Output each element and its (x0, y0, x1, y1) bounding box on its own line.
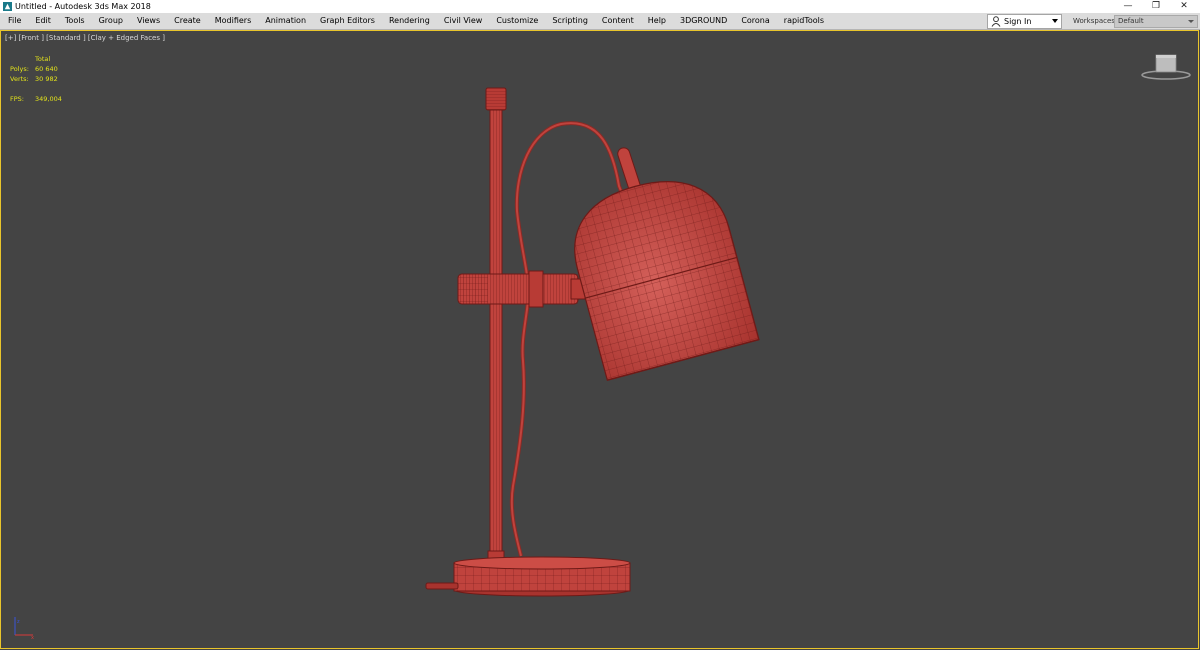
sign-in-label: Sign In (1004, 17, 1032, 26)
minimize-button[interactable]: — (1114, 0, 1142, 13)
workspace-select[interactable]: Default (1114, 15, 1198, 28)
menu-help[interactable]: Help (641, 13, 673, 29)
menu-customize[interactable]: Customize (489, 13, 545, 29)
menu-views[interactable]: Views (130, 13, 167, 29)
menu-rendering[interactable]: Rendering (382, 13, 437, 29)
minimize-icon: — (1123, 1, 1133, 11)
menu-bar: File Edit Tools Group Views Create Modifiers An… (0, 13, 1200, 30)
menu-corona[interactable]: Corona (734, 13, 776, 29)
menu-items: File Edit Tools Group Views Create Modifiers An… (0, 13, 831, 29)
restore-icon: ❐ (1151, 1, 1161, 11)
menu-group[interactable]: Group (92, 13, 130, 29)
menu-create[interactable]: Create (167, 13, 208, 29)
sign-in-dropdown[interactable]: Sign In (987, 14, 1062, 29)
close-button[interactable]: ✕ (1170, 0, 1198, 13)
close-icon: ✕ (1180, 1, 1188, 11)
menu-rapidtools[interactable]: rapidTools (777, 13, 831, 29)
app-icon[interactable] (3, 2, 12, 11)
workspace-value: Default (1118, 17, 1144, 25)
front-viewport[interactable]: [+] [Front ] [Standard ] [Clay + Edged F… (0, 30, 1199, 649)
restore-button[interactable]: ❐ (1142, 0, 1170, 13)
menu-animation[interactable]: Animation (258, 13, 313, 29)
menu-modifiers[interactable]: Modifiers (208, 13, 259, 29)
title-bar: Untitled - Autodesk 3ds Max 2018 — ❐ ✕ (0, 0, 1200, 13)
menu-edit[interactable]: Edit (28, 13, 58, 29)
chevron-down-icon (1188, 20, 1194, 23)
menu-tools[interactable]: Tools (58, 13, 92, 29)
menu-civil-view[interactable]: Civil View (437, 13, 490, 29)
window-title: Untitled - Autodesk 3ds Max 2018 (15, 2, 151, 11)
menu-file[interactable]: File (0, 13, 28, 29)
person-icon (991, 16, 1001, 27)
menu-content[interactable]: Content (595, 13, 641, 29)
menu-scripting[interactable]: Scripting (545, 13, 595, 29)
menu-3dground[interactable]: 3DGROUND (673, 13, 734, 29)
menu-graph-editors[interactable]: Graph Editors (313, 13, 382, 29)
workspaces-label: Workspaces: (1073, 17, 1118, 25)
chevron-down-icon (1052, 19, 1058, 23)
lamp-model[interactable] (1, 31, 1200, 650)
